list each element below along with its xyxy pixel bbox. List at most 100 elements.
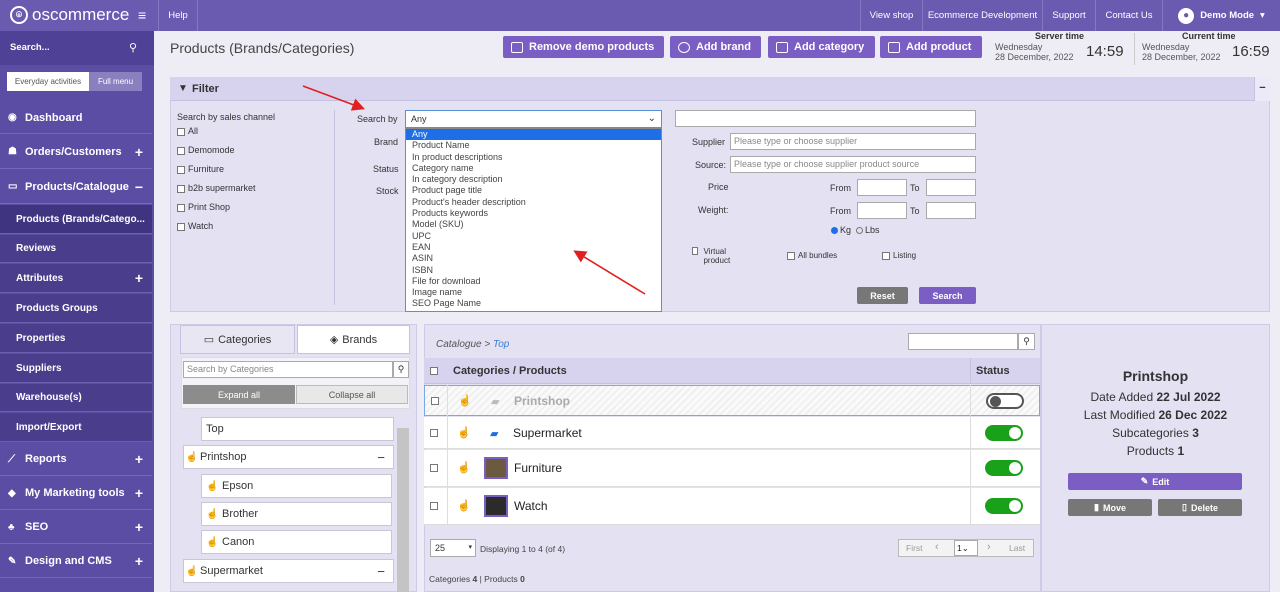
dropdown-option-any[interactable]: Any <box>406 129 661 141</box>
sidebar-item-marketing[interactable]: ◆ My Marketing tools + <box>0 477 152 510</box>
page-select[interactable]: 1⌄ <box>954 540 978 556</box>
sidebar-sub-attributes[interactable]: Attributes + <box>0 264 152 293</box>
delete-button[interactable]: ▯ Delete <box>1158 499 1242 516</box>
sidebar-item-dashboard[interactable]: ◉ Dashboard <box>0 102 152 134</box>
dropdown-option[interactable]: In product descriptions <box>406 152 661 163</box>
expand-all-button[interactable]: Expand all <box>183 385 295 404</box>
filter-collapse-button[interactable]: − <box>1254 77 1270 101</box>
search-icon[interactable]: ⚲ <box>393 361 409 378</box>
channel-demomode[interactable]: Demomode <box>177 145 235 155</box>
search-button[interactable]: Search <box>919 287 976 304</box>
row-checkbox[interactable] <box>430 502 438 510</box>
channel-furniture[interactable]: Furniture <box>177 164 224 174</box>
support-link[interactable]: Support <box>1042 0 1095 31</box>
all-bundles-option[interactable]: All bundles <box>787 251 837 260</box>
checkbox[interactable] <box>692 247 699 255</box>
sidebar-sub-warehouses[interactable]: Warehouse(s) <box>0 384 152 412</box>
status-toggle-on[interactable] <box>985 498 1023 514</box>
ecommerce-development-link[interactable]: Ecommerce Development <box>922 0 1042 31</box>
search-by-select[interactable]: Any ⌄ <box>405 110 662 128</box>
channel-print-shop[interactable]: Print Shop <box>177 202 230 212</box>
channel-all[interactable]: All <box>177 126 198 136</box>
first-page-button[interactable]: First <box>906 543 923 553</box>
per-page-select[interactable]: 25 ▾ <box>430 539 476 557</box>
tree-item-brother[interactable]: ☝ Brother <box>201 502 392 526</box>
sidebar-search-input[interactable]: Search... <box>10 42 50 53</box>
status-toggle-off[interactable] <box>986 393 1024 409</box>
drag-hand-icon[interactable]: ☝ <box>206 509 222 520</box>
dropdown-option[interactable]: UPC <box>406 231 661 242</box>
collapse-minus-icon[interactable]: − <box>377 564 385 579</box>
sidebar-sub-suppliers[interactable]: Suppliers <box>0 354 152 383</box>
sidebar-sub-reviews[interactable]: Reviews <box>0 235 152 263</box>
checkbox[interactable] <box>177 184 185 193</box>
prev-icon[interactable]: ‹ <box>935 541 939 553</box>
edit-button[interactable]: ✎ Edit <box>1068 473 1242 490</box>
search-by-dropdown[interactable]: Any Product Name In product descriptions… <box>405 128 662 312</box>
search-icon[interactable]: ⚲ <box>1018 333 1035 350</box>
drag-hand-icon[interactable]: ☝ <box>184 452 200 463</box>
table-row[interactable]: ☝ ▰ Printshop <box>424 385 1040 416</box>
table-row[interactable]: ☝ Furniture <box>424 450 1040 487</box>
row-checkbox[interactable] <box>430 429 438 437</box>
dropdown-option[interactable]: Model (SKU) <box>406 219 661 230</box>
checkbox[interactable] <box>177 127 185 136</box>
tree-item-printshop[interactable]: ☝ Printshop − <box>183 445 394 469</box>
reset-button[interactable]: Reset <box>857 287 908 304</box>
search-icon[interactable]: ⚲ <box>129 41 137 54</box>
sidebar-item-reports[interactable]: ⟋ Reports + <box>0 443 152 476</box>
dropdown-option[interactable]: In category description <box>406 174 661 185</box>
virtual-product-option[interactable]: Virtual product <box>692 247 742 265</box>
source-input[interactable]: Please type or choose supplier product s… <box>730 156 976 173</box>
radio-lbs-icon[interactable] <box>856 226 864 234</box>
last-page-button[interactable]: Last <box>1009 543 1025 553</box>
drag-hand-icon[interactable]: ☝ <box>184 566 200 577</box>
logo[interactable]: ⌾ oscommerce <box>10 5 129 25</box>
checkbox[interactable] <box>177 203 185 212</box>
checkbox[interactable] <box>177 165 185 174</box>
breadcrumb-current[interactable]: Top <box>493 339 509 350</box>
drag-hand-icon[interactable]: ☝ <box>458 394 472 407</box>
sidebar-sub-products-groups[interactable]: Products Groups <box>0 294 152 323</box>
tree-item-supermarket[interactable]: ☝ Supermarket − <box>183 559 394 583</box>
sidebar-item-seo[interactable]: ♣ SEO + <box>0 511 152 544</box>
collapse-all-button[interactable]: Collapse all <box>296 385 408 404</box>
next-icon[interactable]: › <box>987 541 991 553</box>
dropdown-option[interactable]: ISBN <box>406 265 661 276</box>
sidebar-sub-products[interactable]: Products (Brands/Catego... <box>0 205 152 234</box>
dropdown-option[interactable]: SEO Page Name <box>406 298 661 309</box>
price-to-input[interactable] <box>926 179 976 196</box>
dropdown-option[interactable]: EAN <box>406 242 661 253</box>
tab-everyday-activities[interactable]: Everyday activities <box>7 72 89 91</box>
tree-item-canon[interactable]: ☝ Canon <box>201 530 392 554</box>
weight-unit-radios[interactable]: Kg Lbs <box>831 225 880 235</box>
dropdown-option[interactable]: Category name <box>406 163 661 174</box>
sidebar-search[interactable]: Search... ⚲ <box>0 31 154 65</box>
help-link[interactable]: Help <box>158 0 198 31</box>
dropdown-option[interactable]: Products keywords <box>406 208 661 219</box>
weight-from-input[interactable] <box>857 202 907 219</box>
sidebar-item-products[interactable]: ▭ Products/Catalogue − <box>0 170 152 204</box>
contact-us-link[interactable]: Contact Us <box>1095 0 1162 31</box>
channel-b2b-supermarket[interactable]: b2b supermarket <box>177 183 256 193</box>
sidebar-item-design[interactable]: ✎ Design and CMS + <box>0 545 152 578</box>
add-product-button[interactable]: Add product <box>880 36 982 58</box>
sidebar-item-orders[interactable]: ☗ Orders/Customers + <box>0 135 152 169</box>
tab-brands[interactable]: ◈ Brands <box>297 325 410 354</box>
dropdown-option[interactable]: Product Name <box>406 140 661 151</box>
sidebar-sub-properties[interactable]: Properties <box>0 324 152 353</box>
checkbox[interactable] <box>882 251 890 260</box>
add-category-button[interactable]: Add category <box>768 36 875 58</box>
listing-option[interactable]: Listing <box>882 251 916 260</box>
dropdown-option[interactable]: File for download <box>406 276 661 287</box>
category-search-input[interactable]: Search by Categories <box>183 361 393 378</box>
radio-kg-selected-icon[interactable] <box>831 226 838 234</box>
tab-full-menu[interactable]: Full menu <box>89 72 142 91</box>
checkbox[interactable] <box>177 222 185 231</box>
row-checkbox[interactable] <box>430 464 438 472</box>
tree-item-epson[interactable]: ☝ Epson <box>201 474 392 498</box>
sidebar-sub-import-export[interactable]: Import/Export <box>0 413 152 442</box>
catalogue-search-input[interactable] <box>908 333 1018 350</box>
search-text-input[interactable] <box>675 110 976 127</box>
supplier-input[interactable]: Please type or choose supplier <box>730 133 976 150</box>
